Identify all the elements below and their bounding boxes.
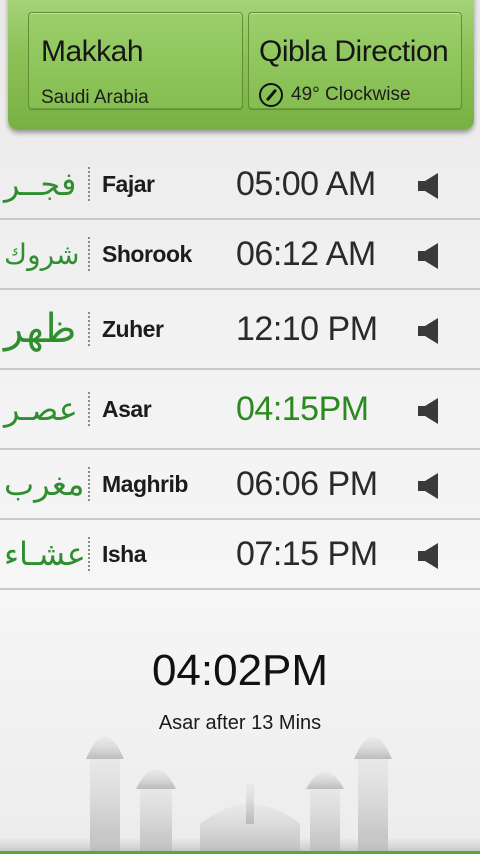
header-panel: Makkah Saudi Arabia Qibla Direction 49° … (8, 0, 474, 130)
speaker-icon[interactable] (416, 542, 442, 570)
prayer-time-active: 04:15PM (236, 389, 369, 428)
arabic-name: مغرب (4, 465, 85, 503)
mosque-silhouette-image (0, 736, 480, 854)
city-name: Makkah (41, 35, 144, 68)
speaker-icon[interactable] (416, 397, 442, 425)
prayer-time: 07:15 PM (236, 534, 378, 573)
divider (88, 237, 90, 271)
arabic-name: عشـاء (4, 535, 86, 573)
country-name: Saudi Arabia (41, 87, 149, 108)
divider (88, 312, 90, 346)
prayer-row-fajar[interactable]: فجــر Fajar 05:00 AM (0, 150, 480, 220)
prayer-row-maghrib[interactable]: مغرب Maghrib 06:06 PM (0, 450, 480, 520)
qibla-card[interactable]: Qibla Direction 49° Clockwise (248, 12, 462, 110)
speaker-icon[interactable] (416, 172, 442, 200)
qibla-title: Qibla Direction (259, 35, 449, 68)
prayer-time: 06:12 AM (236, 234, 376, 273)
divider (88, 167, 90, 201)
prayer-time: 12:10 PM (236, 309, 378, 348)
qibla-direction: 49° Clockwise (291, 84, 411, 105)
qibla-info: 49° Clockwise (259, 83, 411, 107)
current-time: 04:02PM (151, 646, 329, 695)
speaker-icon[interactable] (416, 472, 442, 500)
speaker-icon[interactable] (416, 242, 442, 270)
divider (88, 467, 90, 501)
compass-icon (259, 83, 283, 107)
arabic-name: فجــر (4, 165, 77, 203)
prayer-name: Zuher (102, 315, 164, 342)
prayer-time: 05:00 AM (236, 164, 376, 203)
prayer-row-shorook[interactable]: شروك Shorook 06:12 AM (0, 220, 480, 290)
speaker-icon[interactable] (416, 317, 442, 345)
arabic-name: شروك (4, 237, 80, 271)
prayer-times-list: فجــر Fajar 05:00 AM شروك Shorook 06:12 … (0, 150, 480, 590)
prayer-time: 06:06 PM (236, 464, 378, 503)
divider (88, 537, 90, 571)
prayer-row-zuher[interactable]: ظهر Zuher 12:10 PM (0, 290, 480, 370)
divider (88, 392, 90, 426)
prayer-name: Shorook (102, 240, 192, 267)
prayer-name: Fajar (102, 170, 155, 197)
arabic-name: عصـر (4, 390, 78, 428)
prayer-name: Asar (102, 395, 152, 422)
next-prayer-countdown: Asar after 13 Mins (158, 712, 322, 734)
prayer-name: Isha (102, 540, 147, 567)
location-card[interactable]: Makkah Saudi Arabia (28, 12, 243, 110)
prayer-row-asar[interactable]: عصـر Asar 04:15PM (0, 370, 480, 450)
prayer-row-isha[interactable]: عشـاء Isha 07:15 PM (0, 520, 480, 590)
prayer-name: Maghrib (102, 470, 188, 497)
arabic-name: ظهر (4, 306, 77, 352)
